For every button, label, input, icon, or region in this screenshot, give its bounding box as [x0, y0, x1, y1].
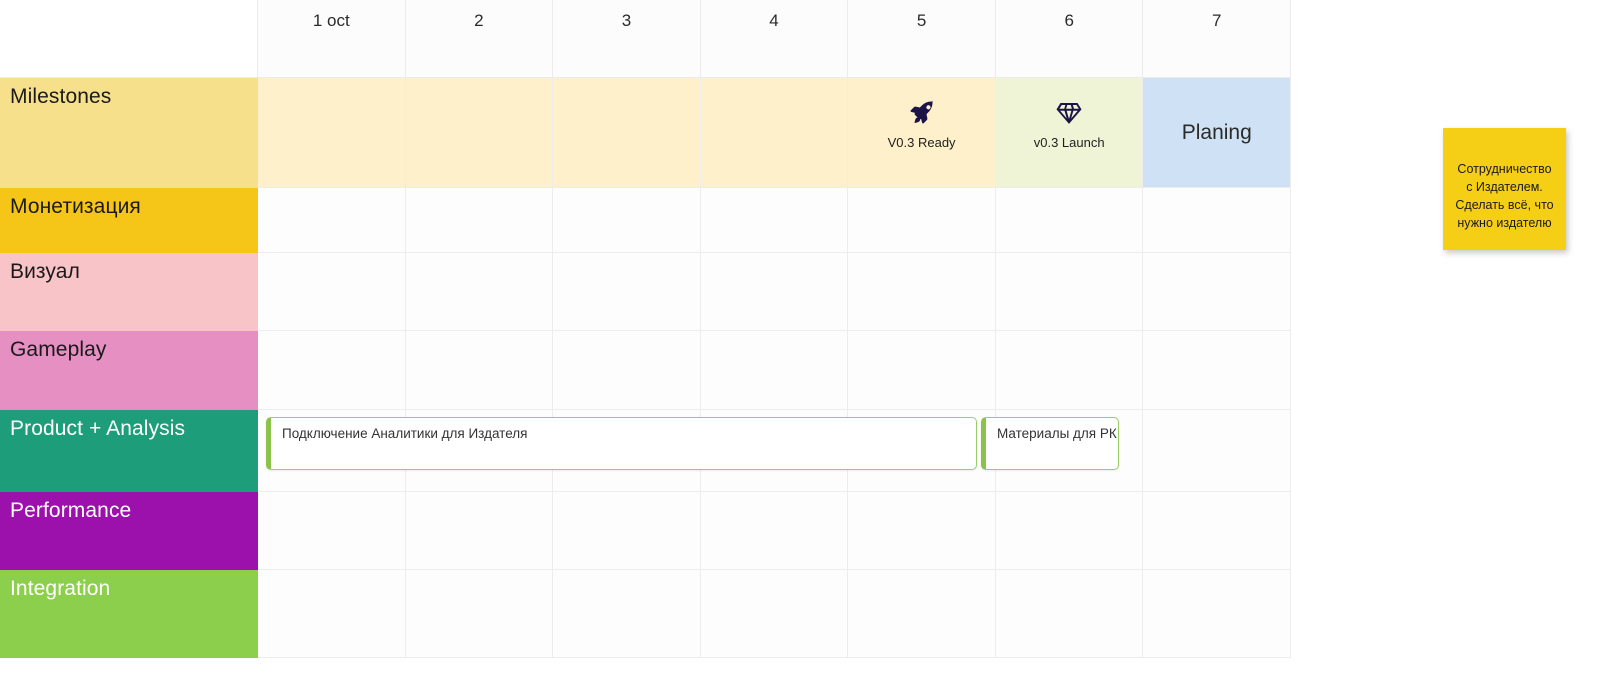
row-cells-integration: [258, 570, 1292, 658]
row-label-visual[interactable]: Визуал: [0, 253, 258, 331]
cell-integration-day-2[interactable]: [405, 570, 554, 658]
cell-visual-day-3[interactable]: [553, 253, 701, 331]
milestone-planing-label: Planing: [1181, 120, 1252, 144]
timeline-header-cell-3[interactable]: 3: [553, 0, 701, 78]
cell-gameplay-day-2[interactable]: [405, 331, 554, 410]
cell-milestones-day-3[interactable]: [553, 78, 701, 188]
task-bar-analytics-bar[interactable]: Подключение Аналитики для Издателя: [266, 417, 977, 470]
milestone-caption: V0.3 Ready: [887, 135, 956, 150]
cell-visual-day-7[interactable]: [1143, 253, 1292, 331]
cell-performance-day-6[interactable]: [995, 492, 1144, 570]
sticky-note-text: Сотрудничество с Издателем. Сделать всё,…: [1455, 162, 1554, 231]
cell-performance-day-3[interactable]: [553, 492, 701, 570]
timeline-grid: 1 oct 2 3 4 5 6 7 Milestones V0.3 Ready v0.3 Lau…: [0, 0, 1292, 658]
row-cells-visual: [258, 253, 1292, 331]
row-cells-gameplay: [258, 331, 1292, 410]
roadmap-board: 1 oct 2 3 4 5 6 7 Milestones V0.3 Ready v0.3 Lau…: [0, 0, 1600, 674]
row-label-milestones[interactable]: Milestones: [0, 78, 258, 188]
cell-integration-day-1[interactable]: [258, 570, 406, 658]
cell-performance-day-7[interactable]: [1143, 492, 1292, 570]
row-cells-milestones: V0.3 Ready v0.3 Launch Planing: [258, 78, 1292, 188]
milestone-caption: v0.3 Launch: [1033, 135, 1105, 150]
timeline-header-cell-7[interactable]: 7: [1143, 0, 1292, 78]
row-label-integration[interactable]: Integration: [0, 570, 258, 658]
cell-milestones-day-7[interactable]: Planing: [1143, 78, 1292, 188]
cell-visual-day-6[interactable]: [995, 253, 1144, 331]
row-cells-monetization: [258, 188, 1292, 253]
cell-gameplay-day-1[interactable]: [258, 331, 406, 410]
cell-product-analysis-day-7[interactable]: [1143, 410, 1292, 492]
cell-monetization-day-6[interactable]: [995, 188, 1144, 253]
cell-visual-day-4[interactable]: [700, 253, 849, 331]
timeline-row-gameplay: Gameplay: [0, 331, 1292, 410]
cell-milestones-day-2[interactable]: [405, 78, 554, 188]
timeline-header-cell-6[interactable]: 6: [995, 0, 1144, 78]
timeline-row-monetization: Монетизация: [0, 188, 1292, 253]
timeline-row-visual: Визуал: [0, 253, 1292, 331]
cell-monetization-day-7[interactable]: [1143, 188, 1292, 253]
cell-monetization-day-5[interactable]: [848, 188, 996, 253]
timeline-row-performance: Performance: [0, 492, 1292, 570]
timeline-header-cell-4[interactable]: 4: [700, 0, 849, 78]
row-label-monetization[interactable]: Монетизация: [0, 188, 258, 253]
cell-integration-day-4[interactable]: [700, 570, 849, 658]
cell-visual-day-5[interactable]: [848, 253, 996, 331]
cell-performance-day-2[interactable]: [405, 492, 554, 570]
cell-monetization-day-1[interactable]: [258, 188, 406, 253]
timeline-row-integration: Integration: [0, 570, 1292, 658]
cell-milestones-day-6[interactable]: v0.3 Launch: [995, 78, 1144, 188]
cell-integration-day-5[interactable]: [848, 570, 996, 658]
cell-milestones-day-1[interactable]: [258, 78, 406, 188]
cell-gameplay-day-4[interactable]: [700, 331, 849, 410]
cell-gameplay-day-6[interactable]: [995, 331, 1144, 410]
task-bar-label: Материалы для РК: [997, 426, 1117, 441]
task-bar-rk-materials-bar[interactable]: Материалы для РК: [981, 417, 1119, 470]
cell-milestones-day-5[interactable]: V0.3 Ready: [848, 78, 996, 188]
cell-performance-day-5[interactable]: [848, 492, 996, 570]
timeline-row-milestones: Milestones V0.3 Ready v0.3 Launch Planing: [0, 78, 1292, 188]
sticky-note[interactable]: Сотрудничество с Издателем. Сделать всё,…: [1443, 128, 1566, 250]
task-bar-label: Подключение Аналитики для Издателя: [282, 426, 528, 441]
cell-integration-day-3[interactable]: [553, 570, 701, 658]
cell-gameplay-day-7[interactable]: [1143, 331, 1292, 410]
cell-visual-day-1[interactable]: [258, 253, 406, 331]
row-label-gameplay[interactable]: Gameplay: [0, 331, 258, 410]
cell-milestones-day-4[interactable]: [700, 78, 849, 188]
cell-gameplay-day-5[interactable]: [848, 331, 996, 410]
timeline-header-row: 1 oct 2 3 4 5 6 7: [0, 0, 1292, 78]
row-label-performance[interactable]: Performance: [0, 492, 258, 570]
timeline-header-cell-1[interactable]: 1 oct: [258, 0, 406, 78]
cell-performance-day-4[interactable]: [700, 492, 849, 570]
gem-icon: [996, 98, 1143, 132]
row-cells-performance: [258, 492, 1292, 570]
rocket-icon: [848, 98, 995, 132]
cell-monetization-day-3[interactable]: [553, 188, 701, 253]
cell-integration-day-6[interactable]: [995, 570, 1144, 658]
cell-monetization-day-2[interactable]: [405, 188, 554, 253]
cell-visual-day-2[interactable]: [405, 253, 554, 331]
cell-gameplay-day-3[interactable]: [553, 331, 701, 410]
timeline-header-cell-5[interactable]: 5: [848, 0, 996, 78]
cell-performance-day-1[interactable]: [258, 492, 406, 570]
header-corner-cell: [0, 0, 258, 78]
timeline-header-cell-2[interactable]: 2: [405, 0, 554, 78]
cell-monetization-day-4[interactable]: [700, 188, 849, 253]
cell-integration-day-7[interactable]: [1143, 570, 1292, 658]
row-label-product-analysis[interactable]: Product + Analysis: [0, 410, 258, 492]
